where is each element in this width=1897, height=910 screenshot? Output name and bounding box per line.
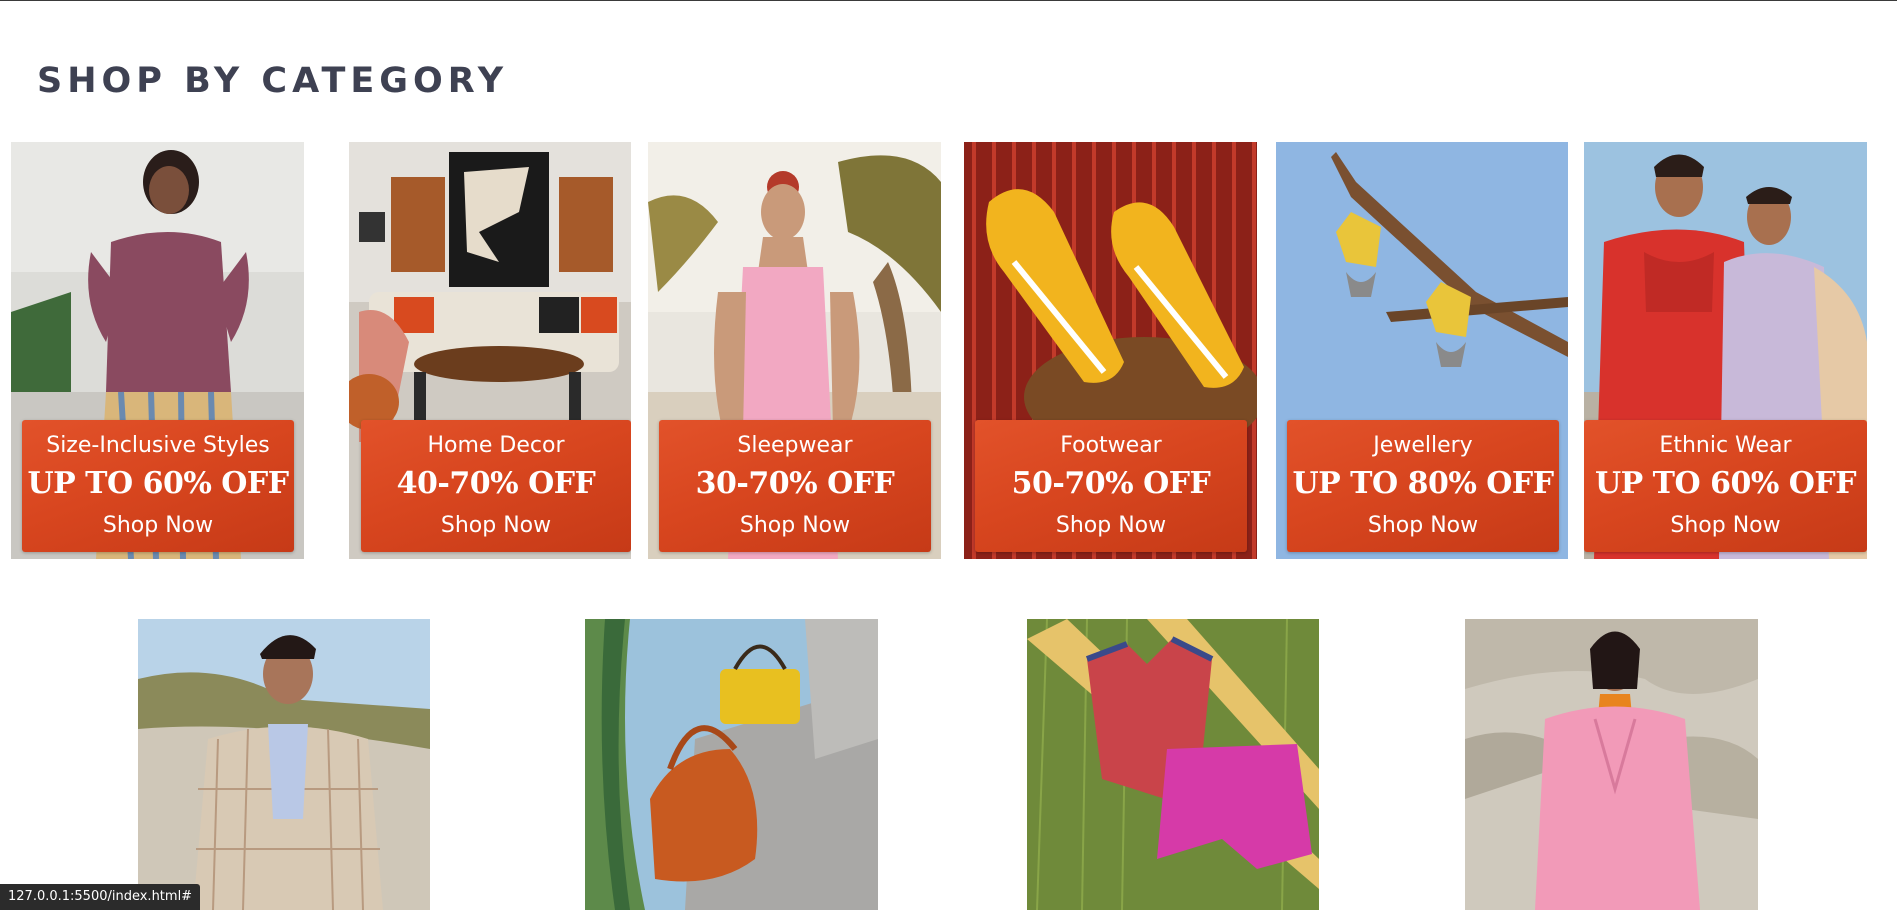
category-offer: 40-70% OFF [396,466,596,501]
category-offer: UP TO 80% OFF [1292,466,1555,501]
category-name: Footwear [1060,433,1162,458]
kidswear-image [1027,619,1319,910]
category-banner: Ethnic Wear UP TO 60% OFF Shop Now [1584,420,1867,552]
category-card-size-inclusive[interactable]: Size-Inclusive Styles UP TO 60% OFF Shop… [11,142,304,559]
category-banner: Footwear 50-70% OFF Shop Now [975,420,1247,552]
category-card-womens-blazers[interactable] [1465,619,1758,910]
category-offer: UP TO 60% OFF [1595,466,1857,501]
category-name: Sleepwear [737,433,853,458]
browser-status-bar: 127.0.0.1:5500/index.html# [0,884,201,910]
category-card-menswear[interactable] [138,619,430,910]
shop-now-link[interactable]: Shop Now [975,512,1247,540]
shop-now-link[interactable]: Shop Now [659,512,931,540]
category-card-kidswear[interactable] [1027,619,1319,910]
shop-now-link[interactable]: Shop Now [22,512,294,540]
shop-now-link[interactable]: Shop Now [361,512,631,540]
menswear-image [138,619,430,910]
top-border [0,0,1897,1]
category-name: Ethnic Wear [1659,433,1792,458]
category-offer: 30-70% OFF [695,466,895,501]
shop-now-link[interactable]: Shop Now [1584,512,1867,540]
category-offer: UP TO 60% OFF [27,466,290,501]
womens-blazers-image [1465,619,1758,910]
category-card-sleepwear[interactable]: Sleepwear 30-70% OFF Shop Now [648,142,941,559]
category-card-footwear[interactable]: Footwear 50-70% OFF Shop Now [964,142,1257,559]
category-name: Size-Inclusive Styles [46,433,270,458]
category-banner: Size-Inclusive Styles UP TO 60% OFF Shop… [22,420,294,552]
section-title: SHOP BY CATEGORY [37,61,509,101]
category-card-handbags[interactable] [585,619,878,910]
category-banner: Jewellery UP TO 80% OFF Shop Now [1287,420,1559,552]
shop-now-link[interactable]: Shop Now [1287,512,1559,540]
category-card-ethnic-wear[interactable]: Ethnic Wear UP TO 60% OFF Shop Now [1584,142,1867,559]
handbags-image [585,619,878,910]
category-banner: Sleepwear 30-70% OFF Shop Now [659,420,931,552]
category-offer: 50-70% OFF [1011,466,1211,501]
category-card-home-decor[interactable]: Home Decor 40-70% OFF Shop Now [349,142,631,559]
category-name: Jewellery [1373,433,1473,458]
category-card-jewellery[interactable]: Jewellery UP TO 80% OFF Shop Now [1276,142,1568,559]
category-name: Home Decor [427,433,565,458]
category-banner: Home Decor 40-70% OFF Shop Now [361,420,631,552]
